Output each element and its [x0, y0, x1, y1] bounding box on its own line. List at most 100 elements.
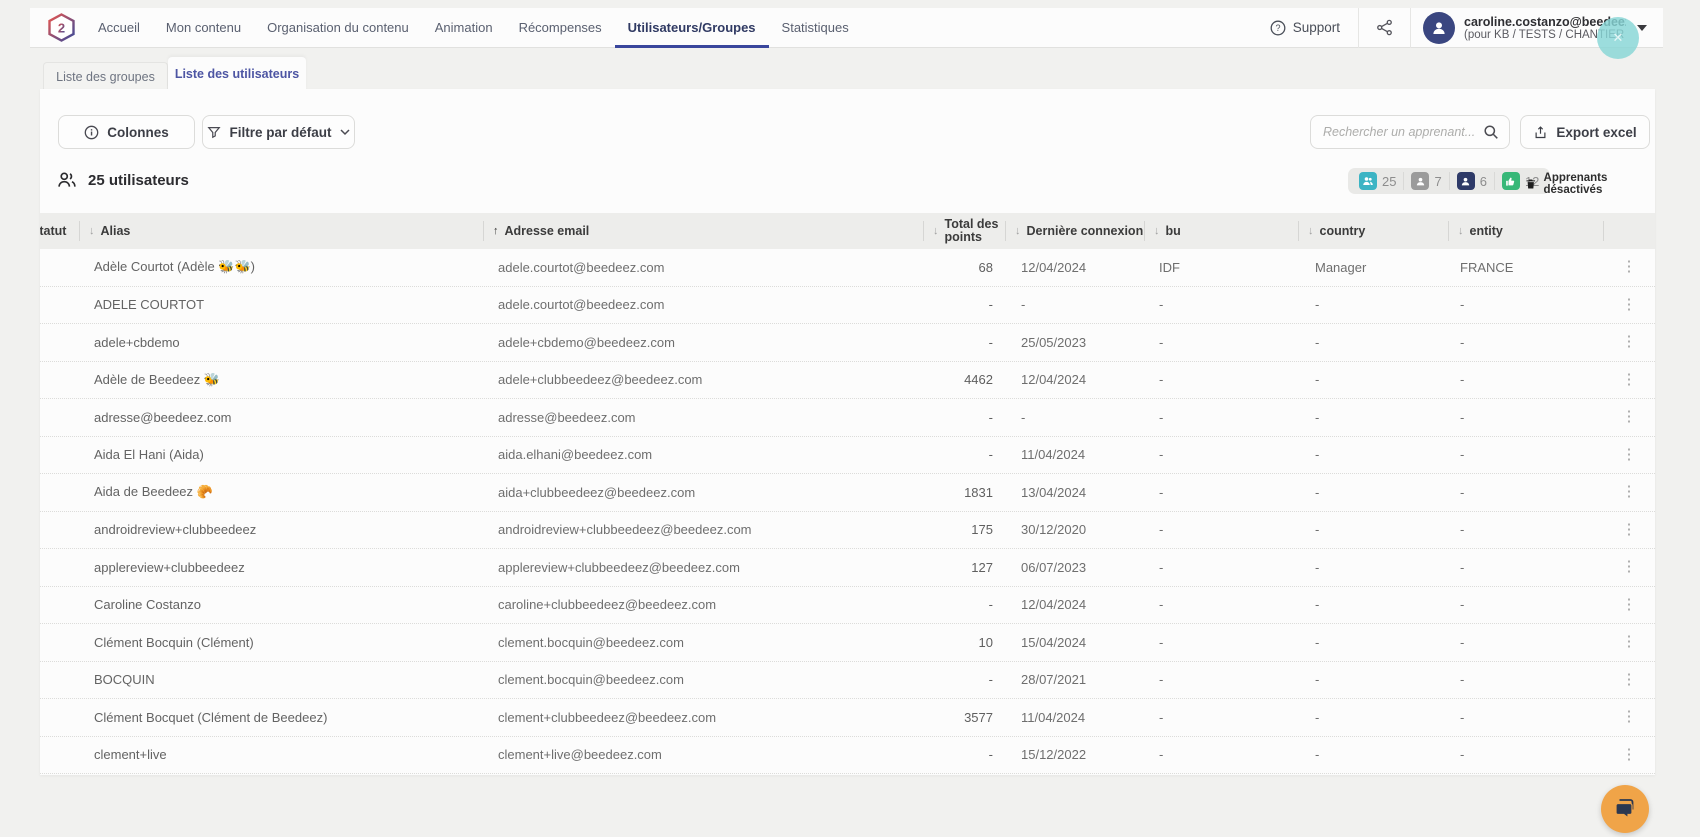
- cell-country: -: [1298, 399, 1448, 436]
- row-menu-icon[interactable]: ⋮: [1622, 487, 1637, 497]
- nav-item-recompenses[interactable]: Récompenses: [506, 8, 615, 47]
- cell-statut: [40, 512, 79, 549]
- cell-bu: -: [1144, 699, 1298, 736]
- row-menu-icon[interactable]: ⋮: [1622, 450, 1637, 460]
- cell-last-connection: 12/04/2024: [1005, 249, 1144, 286]
- share-nodes-button[interactable]: [1359, 18, 1410, 37]
- header-label: Statut: [40, 224, 66, 238]
- disabled-learners-toggle[interactable]: Apprenants désactivés: [1525, 172, 1655, 196]
- column-header-adresse-email[interactable]: ↑ Adresse email: [483, 213, 923, 249]
- default-filter-dropdown[interactable]: Filtre par défaut: [202, 115, 355, 149]
- nav-item-organisation-du-contenu[interactable]: Organisation du contenu: [254, 8, 422, 47]
- search-icon[interactable]: [1483, 124, 1499, 140]
- users-count-label: 25 utilisateurs: [88, 172, 189, 189]
- table-row[interactable]: adele+cbdemo adele+cbdemo@beedeez.com - …: [40, 324, 1655, 362]
- table-row[interactable]: Clément Bocquet (Clément de Beedeez) cle…: [40, 699, 1655, 737]
- row-menu-icon[interactable]: ⋮: [1622, 600, 1637, 610]
- cell-country: -: [1298, 512, 1448, 549]
- badge-invited-learners[interactable]: 7: [1403, 172, 1448, 190]
- chat-widget-button[interactable]: [1601, 785, 1649, 833]
- row-menu-icon[interactable]: ⋮: [1622, 337, 1637, 347]
- column-header-country[interactable]: ↓ country: [1298, 213, 1448, 249]
- cell-alias: Clément Bocquin (Clément): [79, 624, 483, 661]
- header-label: Alias: [101, 224, 131, 238]
- cell-actions: ⋮: [1603, 362, 1655, 399]
- cell-entity: -: [1448, 737, 1603, 774]
- table-row[interactable]: Aida de Beedeez 🥐 aida+clubbeedeez@beede…: [40, 474, 1655, 512]
- table-row[interactable]: Clément Bocquin (Clément) clement.bocqui…: [40, 624, 1655, 662]
- nav-item-animation[interactable]: Animation: [422, 8, 506, 47]
- cell-statut: [40, 587, 79, 624]
- nav-item-mon-contenu[interactable]: Mon contenu: [153, 8, 254, 47]
- nav-item-utilisateurs-groupes[interactable]: Utilisateurs/Groupes: [615, 8, 769, 47]
- table-row[interactable]: androidreview+clubbeedeez androidreview+…: [40, 512, 1655, 550]
- cell-statut: [40, 287, 79, 324]
- row-menu-icon[interactable]: ⋮: [1622, 375, 1637, 385]
- support-button[interactable]: ? Support: [1252, 20, 1358, 36]
- cell-actions: ⋮: [1603, 249, 1655, 286]
- chat-bubbles-icon: [1613, 797, 1637, 821]
- row-menu-icon[interactable]: ⋮: [1622, 562, 1637, 572]
- cell-email: adele+clubbeedeez@beedeez.com: [483, 362, 923, 399]
- table-row[interactable]: Adèle Courtot (Adèle 🐝🐝) adele.courtot@b…: [40, 249, 1655, 287]
- column-header-total-des-points[interactable]: ↓ Total des points: [923, 213, 1005, 249]
- row-menu-icon[interactable]: ⋮: [1622, 412, 1637, 422]
- table-row[interactable]: Caroline Costanzo caroline+clubbeedeez@b…: [40, 587, 1655, 625]
- row-menu-icon[interactable]: ⋮: [1622, 262, 1637, 272]
- cell-last-connection: -: [1005, 399, 1144, 436]
- svg-text:?: ?: [1275, 23, 1280, 33]
- table-row[interactable]: BOCQUIN clement.bocquin@beedeez.com - 28…: [40, 662, 1655, 700]
- nav-item-accueil[interactable]: Accueil: [85, 8, 153, 47]
- cell-country: -: [1298, 324, 1448, 361]
- table-row[interactable]: clement+live clement+live@beedeez.com - …: [40, 737, 1655, 775]
- cell-points: -: [923, 662, 1005, 699]
- support-label: Support: [1293, 20, 1340, 35]
- person-badge-icon: [1411, 172, 1429, 190]
- table-row[interactable]: adresse@beedeez.com adresse@beedeez.com …: [40, 399, 1655, 437]
- tab-liste-des-utilisateurs[interactable]: Liste des utilisateurs: [168, 57, 306, 90]
- cell-actions: ⋮: [1603, 662, 1655, 699]
- cell-email: clement+live@beedeez.com: [483, 737, 923, 774]
- users-count-summary: 25 utilisateurs: [55, 169, 189, 191]
- tab-liste-des-groupes[interactable]: Liste des groupes: [43, 62, 168, 90]
- sort-desc-icon: ↓: [1015, 225, 1021, 237]
- cell-email: adele.courtot@beedeez.com: [483, 249, 923, 286]
- cell-points: 175: [923, 512, 1005, 549]
- cell-country: -: [1298, 624, 1448, 661]
- row-menu-icon[interactable]: ⋮: [1622, 300, 1637, 310]
- top-navbar: 2 Accueil Mon contenu Organisation du co…: [30, 8, 1663, 48]
- cell-actions: ⋮: [1603, 399, 1655, 436]
- brand-logo[interactable]: 2: [30, 8, 85, 47]
- info-circle-icon: [84, 125, 99, 140]
- nav-item-statistiques[interactable]: Statistiques: [769, 8, 862, 47]
- cell-entity: -: [1448, 662, 1603, 699]
- row-menu-icon[interactable]: ⋮: [1622, 637, 1637, 647]
- cell-bu: -: [1144, 474, 1298, 511]
- column-header-derniere-connexion[interactable]: ↓ Dernière connexion: [1005, 213, 1144, 249]
- table-row[interactable]: Aida El Hani (Aida) aida.elhani@beedeez.…: [40, 437, 1655, 475]
- person-icon: [1430, 19, 1448, 37]
- badge-total-learners[interactable]: 25: [1352, 172, 1403, 190]
- row-menu-icon[interactable]: ⋮: [1622, 675, 1637, 685]
- table-row[interactable]: Adèle de Beedeez 🐝 adele+clubbeedeez@bee…: [40, 362, 1655, 400]
- column-header-bu[interactable]: ↓ bu: [1144, 213, 1298, 249]
- cell-last-connection: -: [1005, 287, 1144, 324]
- search-input[interactable]: [1323, 125, 1483, 139]
- cell-actions: ⋮: [1603, 549, 1655, 586]
- column-header-alias[interactable]: ↓ Alias: [79, 213, 483, 249]
- row-menu-icon[interactable]: ⋮: [1622, 712, 1637, 722]
- row-menu-icon[interactable]: ⋮: [1622, 525, 1637, 535]
- export-excel-button[interactable]: Export excel: [1520, 115, 1650, 149]
- cell-actions: ⋮: [1603, 587, 1655, 624]
- table-row[interactable]: applereview+clubbeedeez applereview+club…: [40, 549, 1655, 587]
- columns-button[interactable]: Colonnes: [58, 115, 195, 149]
- cell-entity: -: [1448, 362, 1603, 399]
- badge-registered-learners[interactable]: 6: [1449, 172, 1494, 190]
- column-header-entity[interactable]: ↓ entity: [1448, 213, 1603, 249]
- row-menu-icon[interactable]: ⋮: [1622, 750, 1637, 760]
- cell-entity: -: [1448, 399, 1603, 436]
- cell-country: -: [1298, 662, 1448, 699]
- table-row[interactable]: ADELE COURTOT adele.courtot@beedeez.com …: [40, 287, 1655, 325]
- column-header-statut[interactable]: Statut: [40, 213, 79, 249]
- cell-statut: [40, 737, 79, 774]
